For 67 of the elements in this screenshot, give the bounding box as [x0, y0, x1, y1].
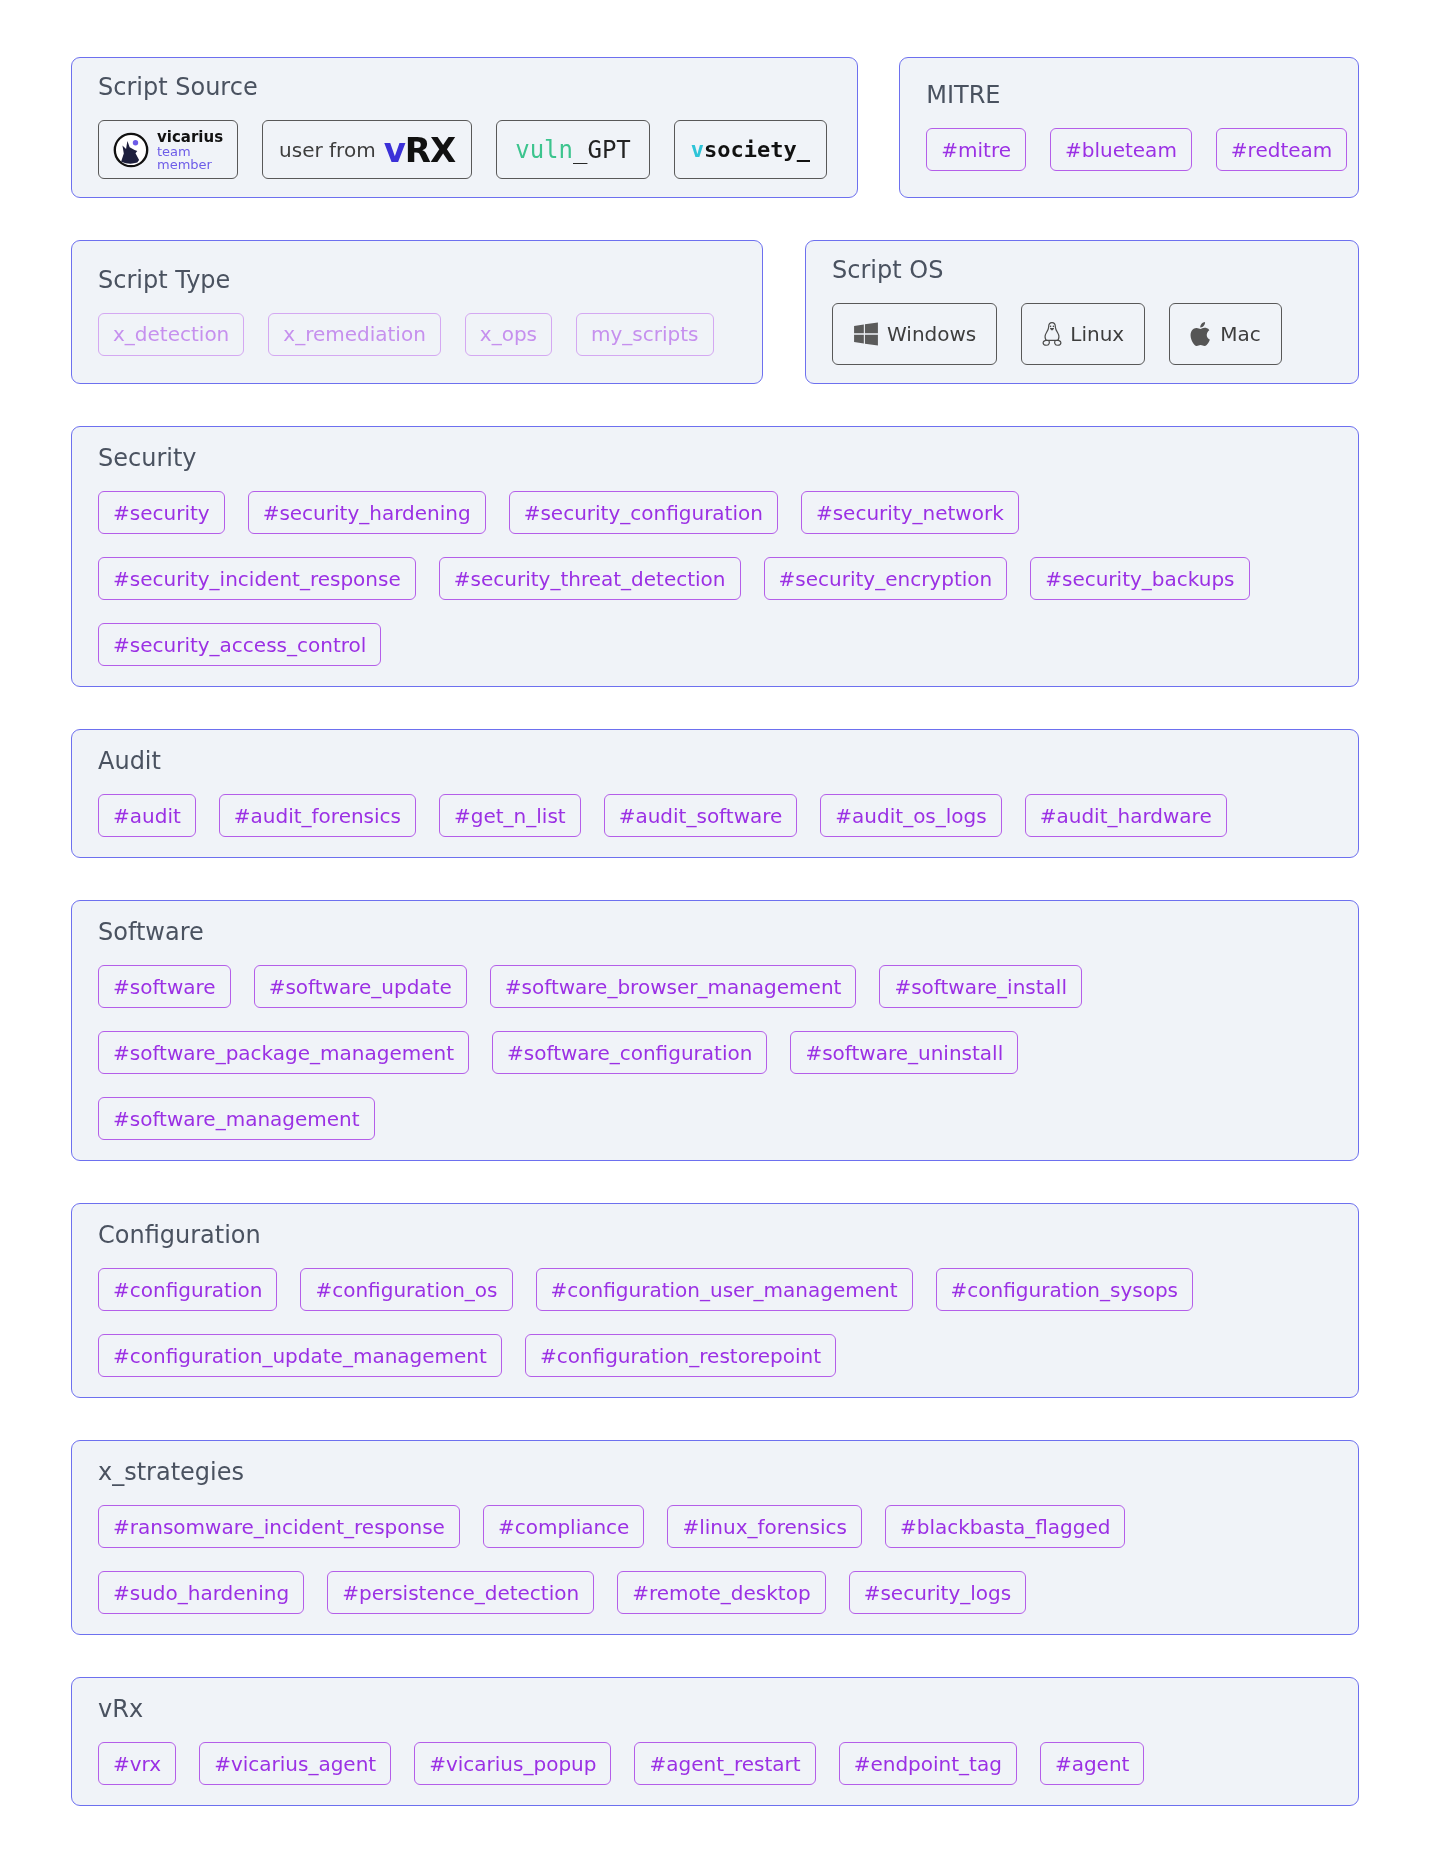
tag-chip[interactable]: #audit_forensics — [218, 794, 416, 837]
tag-chip[interactable]: #configuration_restorepoint — [524, 1334, 836, 1377]
tag-chip[interactable]: #vicarius_popup — [414, 1742, 612, 1785]
tag-chip[interactable]: #software_uninstall — [790, 1031, 1019, 1074]
tag-chip[interactable]: #blackbasta_flagged — [884, 1505, 1126, 1548]
panel-title: Script OS — [832, 255, 945, 285]
tag-chip[interactable]: #audit_os_logs — [820, 794, 1002, 837]
panel-title: Configuration — [98, 1220, 262, 1250]
tag-chip[interactable]: #configuration_user_management — [535, 1268, 913, 1311]
panel-title: MITRE — [926, 80, 1002, 110]
tag-chip[interactable]: #security_access_control — [98, 623, 382, 666]
wolf-icon — [113, 131, 149, 168]
tag-chip[interactable]: #software_update — [253, 965, 467, 1008]
source-button[interactable]: vicarius team member — [98, 120, 239, 179]
tag-chip[interactable]: #configuration — [98, 1268, 278, 1311]
tag-chip[interactable]: #vicarius_agent — [199, 1742, 392, 1785]
tag-chip[interactable]: #software_management — [98, 1097, 375, 1140]
tag-chip[interactable]: #blueteam — [1050, 128, 1192, 171]
tag-chip[interactable]: #software_configuration — [492, 1031, 768, 1074]
tag-chip[interactable]: #compliance — [482, 1505, 645, 1548]
tag-chip[interactable]: #linux_forensics — [667, 1505, 862, 1548]
apple-icon — [1190, 321, 1213, 347]
tag-chip[interactable]: #sudo_hardening — [98, 1571, 305, 1614]
tag-chip[interactable]: #security_incident_response — [98, 557, 416, 600]
tag-chip[interactable]: #agent — [1039, 1742, 1145, 1785]
tag-chip[interactable]: #configuration_update_management — [98, 1334, 502, 1377]
os-button[interactable]: Windows — [832, 303, 998, 365]
tag-chip[interactable]: #software — [98, 965, 231, 1008]
penguin-icon — [1042, 321, 1063, 347]
os-button[interactable]: Linux — [1021, 303, 1146, 365]
tag-chip[interactable]: #security — [98, 491, 225, 534]
tag-chip[interactable]: #software_package_management — [98, 1031, 470, 1074]
tag-chip[interactable]: #security_threat_detection — [438, 557, 741, 600]
tag-chip[interactable]: #ransomware_incident_response — [98, 1505, 460, 1548]
panel-title: Audit — [98, 746, 162, 776]
windows-icon — [853, 321, 879, 347]
source-button[interactable]: vsociety_ — [673, 120, 827, 179]
tag-chip[interactable]: #persistence_detection — [327, 1571, 595, 1614]
tag-chip[interactable]: #security_logs — [848, 1571, 1027, 1614]
tag-chip[interactable]: #audit — [98, 794, 196, 837]
tag-chip[interactable]: #security_backups — [1030, 557, 1250, 600]
tag-chip[interactable]: #security_network — [800, 491, 1019, 534]
panel-title: Security — [98, 443, 198, 473]
panel-title: vRx — [98, 1694, 145, 1724]
panel-title: Script Type — [98, 264, 232, 295]
tag-chip[interactable]: #security_encryption — [763, 557, 1008, 600]
tag-chip[interactable]: #configuration_os — [300, 1268, 513, 1311]
source-button[interactable]: user from vRX — [262, 120, 473, 179]
tag-chip[interactable]: #get_n_list — [439, 794, 581, 837]
tag-chip[interactable]: #redteam — [1215, 128, 1348, 171]
tag-chip[interactable]: #security_hardening — [247, 491, 486, 534]
tag-chip[interactable]: #mitre — [926, 128, 1026, 171]
panel-title: Script Source — [98, 72, 259, 102]
tag-chip[interactable]: #software_browser_management — [489, 965, 857, 1008]
tag-chip[interactable]: #endpoint_tag — [838, 1742, 1017, 1785]
tag-chip[interactable]: #audit_hardware — [1024, 794, 1227, 837]
tag-chip[interactable]: #remote_desktop — [617, 1571, 826, 1614]
tag-chip[interactable]: #configuration_sysops — [935, 1268, 1193, 1311]
tag-chip[interactable]: #audit_software — [603, 794, 798, 837]
panel-title: x_strategies — [98, 1457, 246, 1487]
os-button[interactable]: Mac — [1169, 303, 1282, 365]
tag-chip[interactable]: #security_configuration — [508, 491, 778, 534]
tag-chip[interactable]: #software_install — [879, 965, 1082, 1008]
tag-chip[interactable]: #vrx — [98, 1742, 177, 1785]
source-button[interactable]: vuln_GPT — [496, 120, 650, 179]
panel-title: Software — [98, 917, 205, 947]
tag-chip[interactable]: #agent_restart — [634, 1742, 816, 1785]
